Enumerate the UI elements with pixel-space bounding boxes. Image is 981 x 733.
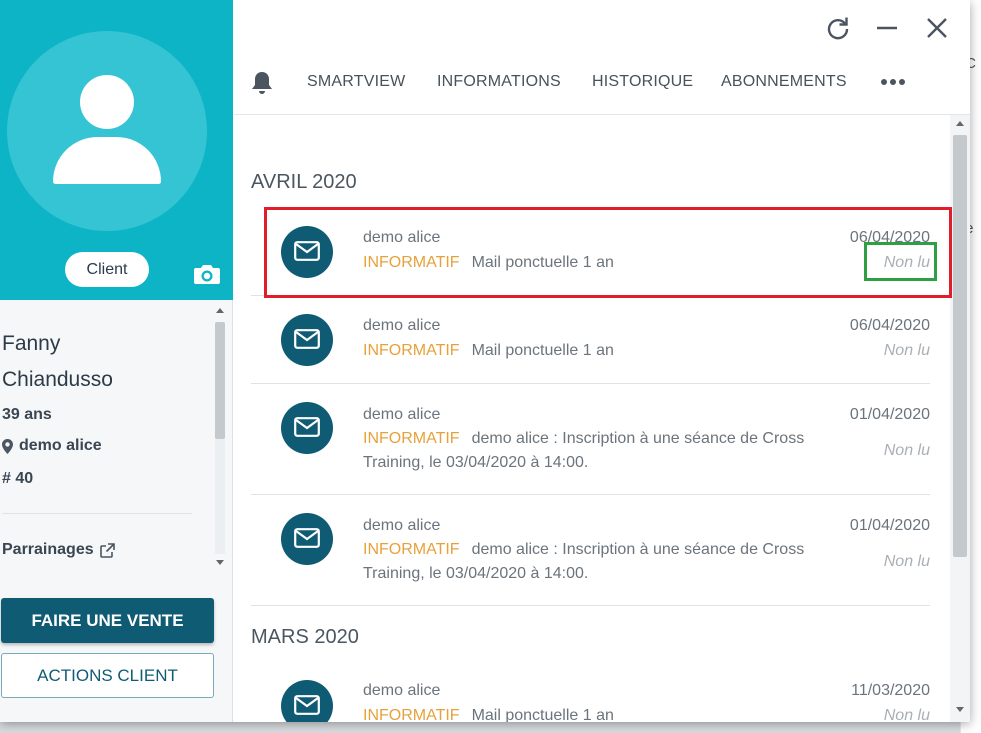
screen: IC te /( Client Fanny Chiandusso xyxy=(0,0,981,733)
content-scrollbar[interactable] xyxy=(950,115,970,722)
profile-header: Client xyxy=(0,0,233,300)
message-item[interactable]: demo alice INFORMATIF demo alice : Inscri… xyxy=(234,501,950,605)
divider xyxy=(251,494,930,495)
client-last-name: Chiandusso xyxy=(2,368,113,391)
client-id: # 40 xyxy=(2,470,34,487)
highlight-box xyxy=(264,207,952,298)
location-pin-icon xyxy=(2,438,13,454)
avatar-user-icon xyxy=(80,75,134,129)
month-heading: MARS 2020 xyxy=(251,626,359,648)
divider xyxy=(251,605,930,606)
bell-icon[interactable] xyxy=(250,70,274,96)
client-sidebar: Client Fanny Chiandusso 39 ans demo alic… xyxy=(0,0,233,722)
role-badge: Client xyxy=(65,252,149,287)
scroll-down-icon[interactable] xyxy=(216,560,224,565)
location-text: demo alice xyxy=(19,437,102,454)
referrals-link[interactable]: Parrainages xyxy=(2,541,115,559)
camera-icon[interactable] xyxy=(193,262,221,286)
avatar-user-icon-body xyxy=(53,137,161,184)
message-text: Mail ponctuelle 1 an xyxy=(471,707,614,722)
mail-icon xyxy=(281,314,333,366)
message-tag: INFORMATIF xyxy=(363,430,460,447)
scroll-down-icon[interactable] xyxy=(956,707,964,712)
month-heading: AVRIL 2020 xyxy=(251,171,357,193)
tab-smartview[interactable]: SMARTVIEW xyxy=(307,73,405,91)
tab-historique[interactable]: HISTORIQUE xyxy=(592,73,693,91)
mail-icon xyxy=(281,680,333,722)
avatar[interactable] xyxy=(7,31,207,231)
message-tag: INFORMATIF xyxy=(363,707,460,722)
sell-button[interactable]: FAIRE UNE VENTE xyxy=(1,598,214,643)
top-bar xyxy=(234,0,970,115)
message-item[interactable]: demo alice INFORMATIF Mail ponctuelle 1 a… xyxy=(234,667,950,722)
highlight-box xyxy=(864,242,937,281)
message-text: Mail ponctuelle 1 an xyxy=(471,342,614,359)
message-date: 01/04/2020 xyxy=(849,406,930,423)
message-body: INFORMATIF demo alice : Inscription à une… xyxy=(363,427,838,475)
message-body: INFORMATIF Mail ponctuelle 1 an xyxy=(363,704,838,722)
message-tag: INFORMATIF xyxy=(363,342,460,359)
client-first-name: Fanny xyxy=(2,332,61,355)
client-info: Fanny Chiandusso 39 ans demo alice # 40 … xyxy=(0,300,212,570)
message-date: 01/04/2020 xyxy=(849,517,930,534)
scroll-up-icon[interactable] xyxy=(956,121,964,126)
close-icon[interactable] xyxy=(924,15,950,41)
tab-abonnements[interactable]: ABONNEMENTS xyxy=(721,73,847,91)
message-status: Non lu xyxy=(883,442,930,459)
minimize-icon[interactable] xyxy=(874,15,900,41)
external-link-icon xyxy=(99,542,115,558)
message-status: Non lu xyxy=(883,342,930,359)
mail-icon xyxy=(281,402,333,454)
mail-icon xyxy=(281,513,333,565)
client-actions-button[interactable]: ACTIONS CLIENT xyxy=(1,653,214,698)
referrals-label: Parrainages xyxy=(2,541,94,558)
sidebar-scrollbar[interactable] xyxy=(212,302,231,572)
refresh-icon[interactable] xyxy=(825,15,851,41)
tab-informations[interactable]: INFORMATIONS xyxy=(437,73,561,91)
client-location: demo alice xyxy=(2,437,102,455)
message-sender: demo alice xyxy=(363,682,441,699)
message-sender: demo alice xyxy=(363,517,441,534)
divider xyxy=(251,383,930,384)
client-modal: Client Fanny Chiandusso 39 ans demo alic… xyxy=(0,0,970,722)
message-body: INFORMATIF demo alice : Inscription à une… xyxy=(363,538,838,586)
message-item[interactable]: demo alice INFORMATIF Mail ponctuelle 1 a… xyxy=(234,301,950,383)
message-date: 06/04/2020 xyxy=(849,317,930,334)
client-age: 39 ans xyxy=(2,406,52,423)
scroll-thumb[interactable] xyxy=(215,322,225,439)
message-status: Non lu xyxy=(883,707,930,722)
divider xyxy=(2,513,192,514)
scroll-thumb[interactable] xyxy=(953,135,967,557)
more-options-icon[interactable] xyxy=(880,78,906,86)
message-date: 11/03/2020 xyxy=(851,682,930,699)
message-status: Non lu xyxy=(883,553,930,570)
message-tag: INFORMATIF xyxy=(363,541,460,558)
message-sender: demo alice xyxy=(363,406,441,423)
message-body: INFORMATIF Mail ponctuelle 1 an xyxy=(363,339,838,363)
message-item[interactable]: demo alice INFORMATIF demo alice : Inscri… xyxy=(234,390,950,494)
scroll-up-icon[interactable] xyxy=(216,308,224,313)
message-sender: demo alice xyxy=(363,317,441,334)
